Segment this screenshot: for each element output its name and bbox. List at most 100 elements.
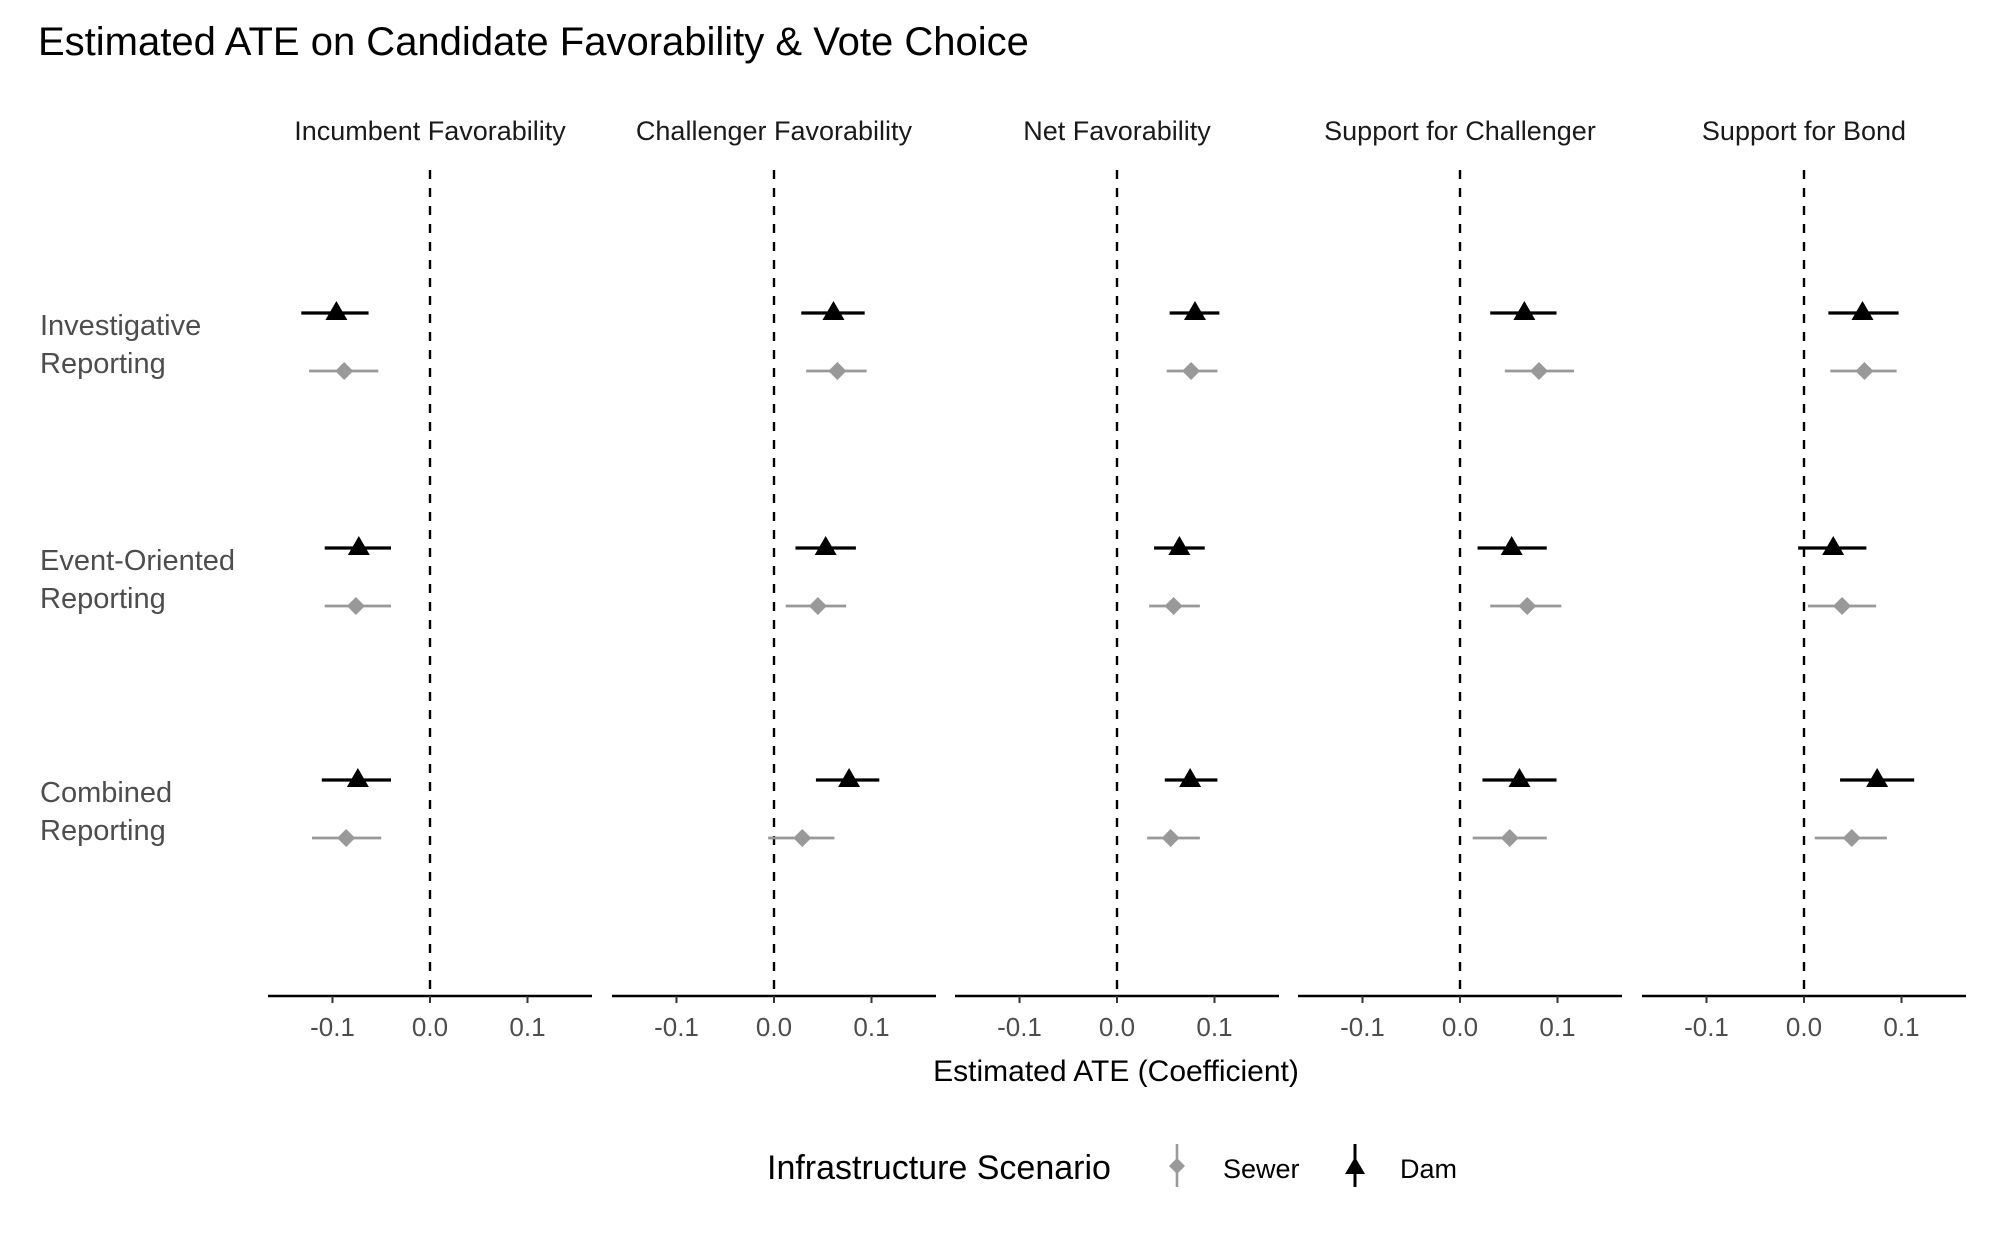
chart: Estimated ATE on Candidate Favorability … (38, 20, 1966, 1187)
facet-panel: Incumbent Favorability -0.1 0.0 0.1 (268, 116, 592, 1042)
facet-strip-label: Net Favorability (1023, 116, 1211, 146)
triangle-point (325, 301, 348, 320)
dam-estimate (1154, 536, 1205, 555)
x-axis-title: Estimated ATE (Coefficient) (933, 1055, 1299, 1088)
x-tick-label: 0.1 (1539, 1012, 1575, 1042)
diamond-point (1855, 362, 1874, 380)
legend-title: Infrastructure Scenario (767, 1149, 1111, 1187)
y-axis-label-line: Investigative (40, 310, 201, 342)
facet-strip-label: Incumbent Favorability (294, 116, 566, 146)
triangle-point (1500, 536, 1523, 555)
diamond-point (828, 362, 847, 380)
legend: Infrastructure Scenario Sewer Dam (767, 1144, 1457, 1187)
legend-entries: Sewer Dam (1169, 1144, 1457, 1187)
dam-estimate (801, 301, 865, 320)
x-tick-label: 0.0 (1786, 1012, 1822, 1042)
facet-panel: Support for Bond -0.1 0.0 0.1 (1642, 116, 1966, 1042)
sewer-estimate (324, 597, 391, 615)
legend-triangle-icon (1345, 1157, 1365, 1174)
sewer-estimate (1149, 597, 1200, 615)
diamond-point (335, 362, 354, 380)
diamond-point (1529, 362, 1548, 380)
facet-strip-label: Challenger Favorability (636, 116, 913, 146)
diamond-point (1833, 597, 1852, 615)
sewer-estimate (768, 829, 835, 847)
sewer-estimate (785, 597, 847, 615)
sewer-estimate (1504, 362, 1575, 380)
dam-estimate (815, 768, 880, 787)
x-tick-label: -0.1 (1684, 1012, 1729, 1042)
y-axis-label-line: Event-Oriented (40, 545, 235, 577)
x-tick-label: 0.1 (1883, 1012, 1919, 1042)
sewer-estimate (806, 362, 867, 380)
y-axis-label: Combined Reporting (40, 777, 172, 847)
x-tick-label: 0.0 (756, 1012, 792, 1042)
x-tick-label: -0.1 (654, 1012, 699, 1042)
facet-panel: Support for Challenger -0.1 0.0 0.1 (1298, 116, 1622, 1042)
diamond-point (1518, 597, 1537, 615)
y-axis-label-line: Combined (40, 777, 172, 809)
facet-strip-label: Support for Bond (1702, 116, 1906, 146)
sewer-estimate (312, 829, 382, 847)
triangle-point (1508, 768, 1531, 787)
sewer-estimate (1807, 597, 1877, 615)
dam-estimate (1477, 536, 1547, 555)
y-axis-label-line: Reporting (40, 348, 166, 380)
legend-entry-dam: Dam (1345, 1144, 1457, 1187)
dam-estimate (1490, 301, 1557, 320)
dam-estimate (1828, 301, 1899, 320)
sewer-estimate (1472, 829, 1547, 847)
x-tick-label: 0.0 (1442, 1012, 1478, 1042)
sewer-estimate (1490, 597, 1562, 615)
triangle-point (1179, 768, 1202, 787)
x-tick-label: -0.1 (997, 1012, 1042, 1042)
diamond-point (346, 597, 365, 615)
y-axis-label-line: Reporting (40, 583, 166, 615)
triangle-point (838, 768, 861, 787)
triangle-point (1866, 768, 1889, 787)
x-tick-label: -0.1 (310, 1012, 355, 1042)
diamond-point (1500, 829, 1519, 847)
legend-label: Dam (1400, 1154, 1457, 1184)
diamond-point (337, 829, 356, 847)
dam-estimate (321, 768, 391, 787)
diamond-point (1161, 829, 1180, 847)
x-tick-label: 0.1 (853, 1012, 889, 1042)
dam-estimate (324, 536, 391, 555)
triangle-point (1184, 301, 1206, 320)
triangle-point (1168, 536, 1191, 555)
sewer-estimate (1166, 362, 1218, 380)
legend-diamond-icon (1169, 1158, 1185, 1174)
sewer-estimate (1830, 362, 1897, 380)
triangle-point (1513, 301, 1536, 320)
triangle-point (1822, 536, 1845, 555)
triangle-point (814, 536, 837, 555)
diamond-point (1164, 597, 1183, 615)
x-tick-label: -0.1 (1340, 1012, 1385, 1042)
x-tick-label: 0.0 (412, 1012, 448, 1042)
x-tick-label: 0.1 (509, 1012, 545, 1042)
dam-estimate (795, 536, 856, 555)
legend-label: Sewer (1223, 1154, 1300, 1184)
triangle-point (346, 768, 369, 787)
dam-estimate (1798, 536, 1867, 555)
legend-entry-sewer: Sewer (1169, 1144, 1300, 1187)
y-axis-labels: Investigative Reporting Event-Oriented Repo… (40, 310, 235, 847)
triangle-point (1851, 301, 1874, 320)
x-tick-label: 0.1 (1196, 1012, 1232, 1042)
facet-panel: Challenger Favorability -0.1 0.0 0.1 (612, 116, 936, 1042)
sewer-estimate (309, 362, 379, 380)
dam-estimate (1840, 768, 1915, 787)
facet-panel: Net Favorability -0.1 0.0 0.1 (955, 116, 1279, 1042)
diamond-point (793, 829, 812, 847)
y-axis-label: Investigative Reporting (40, 310, 201, 380)
sewer-estimate (1147, 829, 1200, 847)
diamond-point (808, 597, 827, 615)
dam-estimate (1169, 301, 1220, 320)
y-axis-label-line: Reporting (40, 815, 166, 847)
dam-estimate (1164, 768, 1218, 787)
dam-estimate (301, 301, 369, 320)
y-axis-label: Event-Oriented Reporting (40, 545, 235, 615)
diamond-point (1842, 829, 1861, 847)
facet-panels: Incumbent Favorability-0.1 0.0 0.1Challeng… (268, 116, 1966, 1042)
